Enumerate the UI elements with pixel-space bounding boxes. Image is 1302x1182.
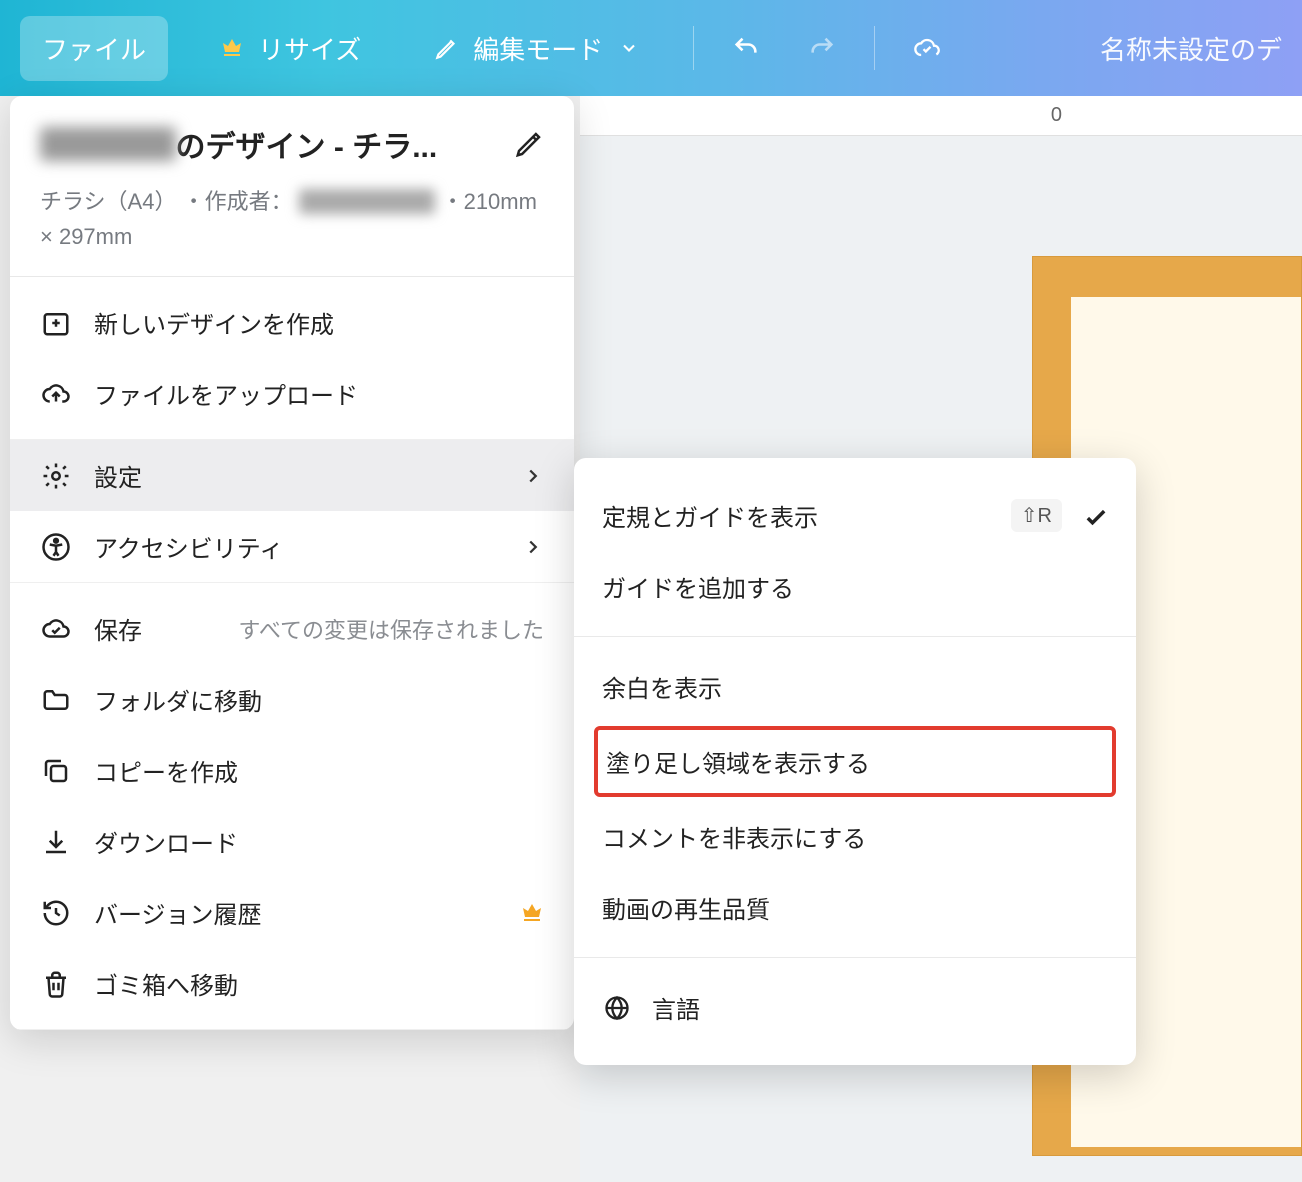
pencil-icon [433,34,461,62]
trash-icon [40,968,72,1000]
toolbar-divider [693,26,694,70]
submenu-video-quality[interactable]: 動画の再生品質 [574,872,1136,943]
settings-submenu: 定規とガイドを表示 ⇧R ガイドを追加する 余白を表示 塗り足し領域を表示する … [574,458,1136,1065]
top-toolbar: ファイル リサイズ 編集モード 名称未設定のデ [0,0,1302,96]
undo-button[interactable] [722,20,770,76]
design-meta: チラシ（A4） ・作成者： ████████ ・210mm × 297mm [40,184,544,254]
download-icon [40,826,72,858]
edit-mode-label: 編集モード [473,30,603,67]
redacted-text: ██████ [40,127,176,161]
menu-download[interactable]: ダウンロード [10,806,574,877]
accessibility-icon [40,531,72,563]
cloud-upload-icon [40,378,72,410]
dropdown-header: ██████ のデザイン - チラ... チラシ（A4） ・作成者： █████… [10,96,574,277]
menu-save[interactable]: 保存 すべての変更は保存されました [10,593,574,664]
ruler-tick: 0 [1051,104,1062,127]
folder-icon [40,684,72,716]
redo-icon [808,34,836,62]
rename-button[interactable] [514,129,544,159]
cloud-check-icon [40,613,72,645]
keyboard-shortcut: ⇧R [1011,499,1062,532]
submenu-divider [574,636,1136,637]
submenu-hide-comments[interactable]: コメントを非表示にする [574,801,1136,872]
chevron-down-icon [615,34,643,62]
horizontal-ruler: 0 [580,96,1302,136]
design-title-suffix: のデザイン - チラ... [176,122,438,166]
submenu-label: 言語 [652,990,1108,1025]
design-title: ██████ のデザイン - チラ... [40,122,500,166]
crown-icon [218,34,246,62]
submenu-show-rulers[interactable]: 定規とガイドを表示 ⇧R [574,480,1136,551]
submenu-add-guide[interactable]: ガイドを追加する [574,551,1136,622]
globe-icon [602,993,632,1023]
menu-label: 保存 [94,611,216,646]
menu-label: ゴミ箱へ移動 [94,966,544,1001]
menu-new-design[interactable]: 新しいデザインを作成 [10,287,574,358]
redacted-text: ████████ [299,189,436,214]
menu-upload-file[interactable]: ファイルをアップロード [10,358,574,429]
menu-make-copy[interactable]: コピーを作成 [10,735,574,806]
submenu-label: ガイドを追加する [602,569,1108,604]
crown-icon [520,901,544,925]
menu-accessibility[interactable]: アクセシビリティ [10,511,574,582]
menu-label: 設定 [94,458,500,493]
author-label: ・作成者： [183,189,293,214]
menu-settings[interactable]: 設定 [10,440,574,511]
document-title[interactable]: 名称未設定のデ [1100,30,1282,67]
copy-icon [40,755,72,787]
highlight-box: 塗り足し領域を表示する [594,726,1116,797]
resize-label: リサイズ [258,30,361,67]
submenu-label: 定規とガイドを表示 [602,498,991,533]
resize-button[interactable]: リサイズ [196,16,383,81]
chevron-right-icon [522,536,544,558]
menu-version-history[interactable]: バージョン履歴 [10,877,574,948]
redo-button[interactable] [798,20,846,76]
history-icon [40,897,72,929]
submenu-label: コメントを非表示にする [602,819,1108,854]
menu-label: ファイルをアップロード [94,376,544,411]
menu-label: フォルダに移動 [94,682,544,717]
chevron-right-icon [522,465,544,487]
menu-label: ダウンロード [94,824,544,859]
file-dropdown: ██████ のデザイン - チラ... チラシ（A4） ・作成者： █████… [10,96,574,1030]
file-menu-label: ファイル [42,30,146,67]
cloud-check-icon [913,34,941,62]
menu-label: 新しいデザインを作成 [94,305,544,340]
toolbar-divider [874,26,875,70]
undo-icon [732,34,760,62]
submenu-show-bleed[interactable]: 塗り足し領域を表示する [598,730,1112,793]
file-menu-button[interactable]: ファイル [20,16,168,81]
submenu-language[interactable]: 言語 [574,972,1136,1043]
submenu-label: 塗り足し領域を表示する [606,744,1104,779]
gear-icon [40,460,72,492]
menu-label: バージョン履歴 [94,895,498,930]
cloud-sync-button[interactable] [903,20,951,76]
submenu-label: 余白を表示 [602,669,1108,704]
save-status-text: すべての変更は保存されました [238,613,544,645]
menu-label: アクセシビリティ [94,529,500,564]
check-icon [1082,503,1108,529]
menu-move-folder[interactable]: フォルダに移動 [10,664,574,735]
submenu-show-margins[interactable]: 余白を表示 [574,651,1136,722]
design-type: チラシ（A4） [40,189,176,214]
edit-mode-button[interactable]: 編集モード [411,16,665,81]
menu-label: コピーを作成 [94,753,544,788]
new-design-icon [40,307,72,339]
submenu-label: 動画の再生品質 [602,890,1108,925]
menu-move-trash[interactable]: ゴミ箱へ移動 [10,948,574,1019]
submenu-divider [574,957,1136,958]
